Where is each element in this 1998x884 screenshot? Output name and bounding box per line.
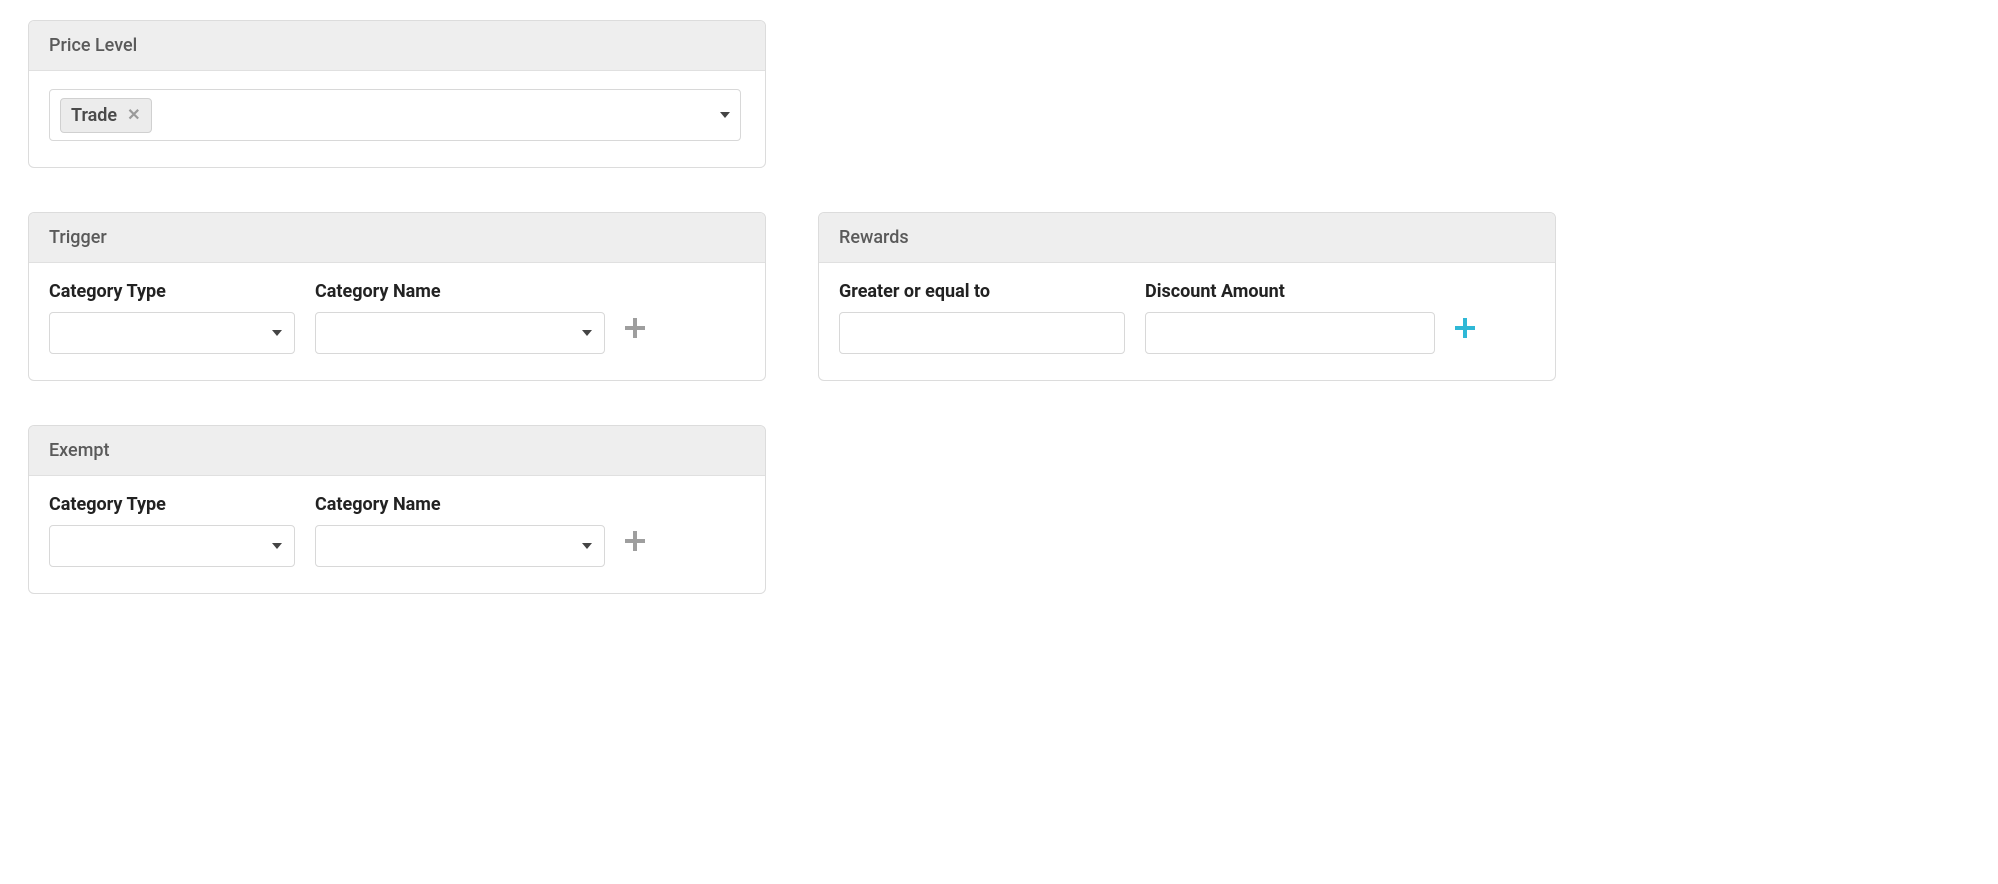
- caret-down-icon: [582, 330, 592, 336]
- plus-icon: [1455, 318, 1475, 338]
- exempt-add-button[interactable]: [625, 531, 645, 555]
- price-level-header: Price Level: [29, 21, 765, 71]
- price-level-chip: Trade ✕: [60, 98, 152, 133]
- exempt-panel: Exempt Category Type Category Name: [28, 425, 766, 594]
- exempt-category-name-label: Category Name: [315, 494, 605, 515]
- exempt-category-name-field: Category Name: [315, 494, 605, 567]
- exempt-category-type-field: Category Type: [49, 494, 295, 567]
- rewards-gte-label: Greater or equal to: [839, 281, 1125, 302]
- rewards-discount-field: Discount Amount: [1145, 281, 1435, 354]
- rewards-panel: Rewards Greater or equal to Discount Amo…: [818, 212, 1556, 381]
- rewards-gte-field: Greater or equal to: [839, 281, 1125, 354]
- plus-icon: [625, 531, 645, 551]
- trigger-category-name-label: Category Name: [315, 281, 605, 302]
- rewards-discount-label: Discount Amount: [1145, 281, 1435, 302]
- exempt-category-type-select[interactable]: [49, 525, 295, 567]
- exempt-category-type-label: Category Type: [49, 494, 295, 515]
- rewards-add-button[interactable]: [1455, 318, 1475, 342]
- caret-down-icon: [582, 543, 592, 549]
- trigger-category-type-field: Category Type: [49, 281, 295, 354]
- plus-icon: [625, 318, 645, 338]
- trigger-header: Trigger: [29, 213, 765, 263]
- exempt-header: Exempt: [29, 426, 765, 476]
- trigger-category-name-field: Category Name: [315, 281, 605, 354]
- trigger-category-name-select[interactable]: [315, 312, 605, 354]
- rewards-header: Rewards: [819, 213, 1555, 263]
- close-icon[interactable]: ✕: [127, 107, 140, 123]
- trigger-category-type-select[interactable]: [49, 312, 295, 354]
- caret-down-icon: [272, 330, 282, 336]
- caret-down-icon: [720, 112, 730, 118]
- trigger-add-button[interactable]: [625, 318, 645, 342]
- price-level-chips: Trade ✕: [60, 98, 152, 133]
- trigger-panel: Trigger Category Type Category Name: [28, 212, 766, 381]
- caret-down-icon: [272, 543, 282, 549]
- trigger-category-type-label: Category Type: [49, 281, 295, 302]
- price-level-chip-label: Trade: [71, 105, 117, 126]
- price-level-panel: Price Level Trade ✕: [28, 20, 766, 168]
- rewards-gte-input[interactable]: [839, 312, 1125, 354]
- rewards-discount-input[interactable]: [1145, 312, 1435, 354]
- exempt-category-name-select[interactable]: [315, 525, 605, 567]
- price-level-select[interactable]: Trade ✕: [49, 89, 741, 141]
